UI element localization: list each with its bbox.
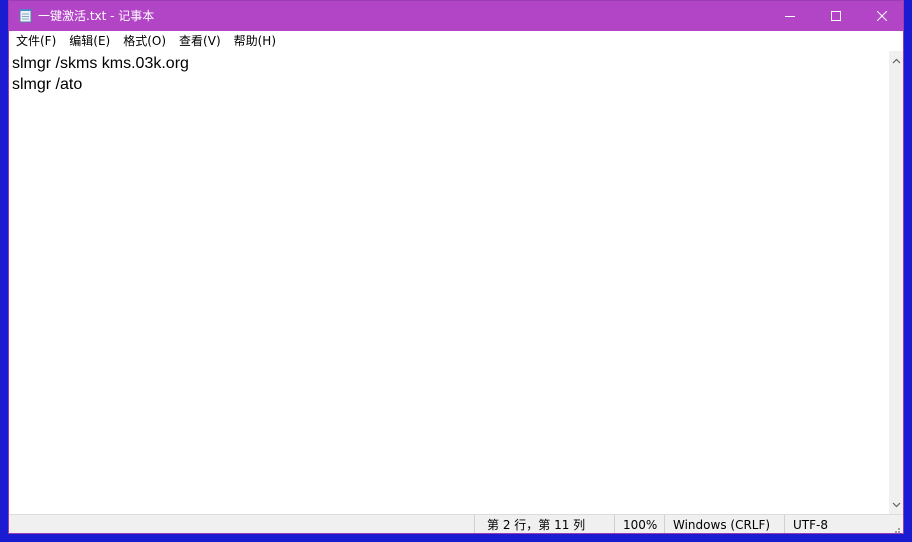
resize-grip-icon[interactable] <box>890 522 901 533</box>
encoding: UTF-8 <box>784 515 889 533</box>
notepad-window: 一键激活.txt - 记事本 文件(F) 编辑(E) 格式(O) 查看(V) 帮… <box>8 0 904 534</box>
text-editor-area[interactable]: slmgr /skms kms.03k.org slmgr /ato <box>9 51 889 514</box>
title-bar[interactable]: 一键激活.txt - 记事本 <box>9 1 903 31</box>
maximize-button[interactable] <box>813 1 859 31</box>
menu-bar: 文件(F) 编辑(E) 格式(O) 查看(V) 帮助(H) <box>9 31 903 51</box>
window-title: 一键激活.txt - 记事本 <box>38 9 155 23</box>
vertical-scrollbar[interactable] <box>889 51 903 514</box>
close-button[interactable] <box>859 1 903 31</box>
menu-view[interactable]: 查看(V) <box>173 32 227 50</box>
editor-line: slmgr /ato <box>12 76 83 93</box>
zoom-level: 100% <box>614 515 664 533</box>
cursor-position: 第 2 行，第 11 列 <box>474 515 614 533</box>
menu-help[interactable]: 帮助(H) <box>228 32 282 50</box>
minimize-button[interactable] <box>767 1 813 31</box>
menu-format[interactable]: 格式(O) <box>117 32 172 50</box>
scroll-down-button[interactable] <box>889 497 903 512</box>
chevron-up-icon <box>892 58 901 63</box>
scroll-up-button[interactable] <box>889 53 903 68</box>
minimize-icon <box>785 16 795 17</box>
line-ending: Windows (CRLF) <box>664 515 784 533</box>
menu-file[interactable]: 文件(F) <box>10 32 62 50</box>
notepad-icon[interactable] <box>19 8 32 23</box>
chevron-down-icon <box>892 502 901 507</box>
menu-edit[interactable]: 编辑(E) <box>63 32 116 50</box>
editor-line: slmgr /skms kms.03k.org <box>12 55 189 72</box>
maximize-icon <box>831 11 841 21</box>
status-bar: 第 2 行，第 11 列 100% Windows (CRLF) UTF-8 <box>9 514 903 533</box>
close-icon <box>877 11 887 21</box>
